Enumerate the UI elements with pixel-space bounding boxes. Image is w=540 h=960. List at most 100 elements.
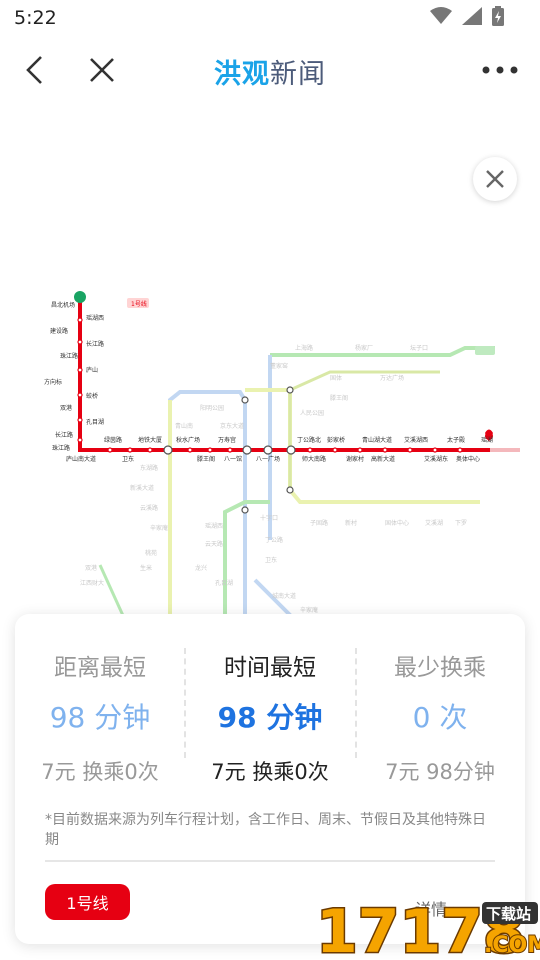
svg-text:艾溪湖: 艾溪湖 bbox=[425, 519, 443, 527]
svg-text:蛟桥: 蛟桥 bbox=[86, 392, 98, 400]
svg-text:国体: 国体 bbox=[330, 374, 342, 382]
option-fewest-transfers[interactable]: 最少换乘 0 次 7元 98分钟 bbox=[355, 614, 525, 784]
svg-text:艾溪湖西: 艾溪湖西 bbox=[404, 436, 428, 444]
back-arrow-icon bbox=[26, 56, 42, 84]
svg-text:董家窑: 董家窑 bbox=[270, 362, 288, 370]
more-button[interactable] bbox=[480, 50, 520, 90]
option-duration: 98 分钟 bbox=[217, 701, 323, 734]
svg-text:珠江路: 珠江路 bbox=[60, 352, 78, 360]
svg-text:万寿宫: 万寿宫 bbox=[218, 436, 236, 444]
wifi-icon bbox=[430, 7, 452, 24]
svg-text:师大南路: 师大南路 bbox=[302, 455, 326, 463]
svg-text:青山湖大道: 青山湖大道 bbox=[362, 436, 392, 444]
watermark-sub: 下载站 bbox=[486, 905, 531, 923]
svg-text:奥体中心: 奥体中心 bbox=[456, 455, 480, 463]
option-title: 时间最短 bbox=[224, 655, 316, 681]
svg-text:高新大道: 高新大道 bbox=[371, 455, 395, 463]
svg-text:江西财大: 江西财大 bbox=[80, 579, 104, 587]
svg-text:滕王阁: 滕王阁 bbox=[330, 394, 348, 402]
svg-text:新溪大道: 新溪大道 bbox=[130, 484, 154, 492]
svg-text:杨家厂: 杨家厂 bbox=[355, 344, 373, 352]
svg-text:辛家庵: 辛家庵 bbox=[150, 524, 168, 532]
svg-text:瑶湖: 瑶湖 bbox=[481, 436, 493, 444]
watermark-domain: .COM bbox=[484, 933, 540, 958]
svg-text:桃苑: 桃苑 bbox=[145, 549, 157, 557]
svg-text:万达广场: 万达广场 bbox=[380, 374, 404, 382]
signal-icon bbox=[462, 7, 482, 25]
close-page-button[interactable] bbox=[82, 50, 122, 90]
option-title: 距离最短 bbox=[54, 655, 146, 681]
metro-map[interactable]: 上海路 杨家厂 坛子口 董家窑 国体 万达广场 阳明公园 人民公园 滕王阁 青山南 京东大道 … bbox=[0, 280, 540, 622]
close-overlay-button[interactable] bbox=[473, 157, 517, 201]
svg-text:云天路: 云天路 bbox=[205, 540, 223, 548]
svg-text:滕王阁: 滕王阁 bbox=[197, 455, 215, 463]
svg-text:孔目湖: 孔目湖 bbox=[215, 579, 233, 587]
svg-text:卫东: 卫东 bbox=[122, 455, 134, 463]
svg-text:八一馆: 八一馆 bbox=[224, 455, 242, 463]
svg-text:艾溪湖东: 艾溪湖东 bbox=[424, 455, 448, 463]
svg-text:昌北机场: 昌北机场 bbox=[51, 301, 75, 309]
option-shortest-distance[interactable]: 距离最短 98 分钟 7元 换乘0次 bbox=[15, 614, 185, 784]
svg-text:下罗: 下罗 bbox=[455, 520, 467, 527]
svg-text:丁公路: 丁公路 bbox=[265, 536, 283, 544]
svg-text:生米: 生米 bbox=[140, 564, 152, 572]
metro-line-5 bbox=[288, 370, 440, 490]
status-bar: 5:22 bbox=[0, 0, 540, 36]
svg-text:双港: 双港 bbox=[60, 404, 72, 412]
back-button[interactable] bbox=[14, 50, 54, 90]
data-source-note: *目前数据来源为列车行程计划，含工作日、周末、节假日及其他特殊日期 bbox=[45, 812, 486, 848]
svg-text:地铁大厦: 地铁大厦 bbox=[138, 436, 162, 444]
svg-text:子固路: 子固路 bbox=[310, 519, 328, 527]
svg-text:孔目湖: 孔目湖 bbox=[86, 418, 104, 426]
svg-text:东湖路: 东湖路 bbox=[140, 464, 158, 472]
option-detail: 7元 换乘0次 bbox=[41, 760, 159, 784]
svg-text:坛子口: 坛子口 bbox=[410, 344, 428, 352]
more-dots-icon bbox=[482, 66, 518, 74]
svg-text:1号线: 1号线 bbox=[131, 300, 147, 308]
battery-icon bbox=[492, 6, 504, 26]
svg-text:双港: 双港 bbox=[85, 564, 97, 572]
svg-text:卫东: 卫东 bbox=[265, 556, 277, 564]
option-title: 最少换乘 bbox=[394, 655, 486, 681]
option-transfers: 0 次 bbox=[412, 701, 468, 734]
status-icons bbox=[430, 6, 504, 26]
line-badge[interactable]: 1号线 bbox=[45, 884, 130, 920]
svg-text:城南大道: 城南大道 bbox=[272, 592, 296, 600]
svg-text:阳明公园: 阳明公园 bbox=[200, 404, 224, 412]
svg-text:太子殿: 太子殿 bbox=[447, 436, 465, 444]
metro-map-graphic: 上海路 杨家厂 坛子口 董家窑国体 万达广场 阳明公园人民公园滕王阁 青山南 京东大道 … bbox=[44, 291, 520, 622]
svg-text:辛家庵: 辛家庵 bbox=[300, 606, 318, 614]
svg-text:云溪路: 云溪路 bbox=[140, 504, 158, 512]
svg-text:庐山: 庐山 bbox=[86, 366, 98, 374]
metro-line-4 bbox=[245, 388, 480, 504]
svg-text:十字口: 十字口 bbox=[260, 514, 278, 522]
svg-text:国体中心: 国体中心 bbox=[385, 519, 409, 527]
svg-text:建设路: 建设路 bbox=[50, 327, 68, 335]
svg-text:珠江路: 珠江路 bbox=[52, 444, 70, 452]
close-icon bbox=[486, 170, 504, 188]
svg-text:人民公园: 人民公园 bbox=[300, 410, 324, 417]
start-marker-icon bbox=[74, 291, 86, 303]
close-icon bbox=[90, 58, 114, 82]
svg-text:八一广场: 八一广场 bbox=[256, 455, 280, 463]
svg-text:秋水广场: 秋水广场 bbox=[176, 436, 200, 444]
svg-text:新村: 新村 bbox=[345, 519, 357, 527]
svg-text:上海路: 上海路 bbox=[295, 344, 313, 352]
option-shortest-time[interactable]: 时间最短 98 分钟 7元 换乘0次 bbox=[185, 614, 355, 784]
svg-text:瑶湖西: 瑶湖西 bbox=[205, 522, 223, 530]
svg-text:丁公路北: 丁公路北 bbox=[297, 436, 321, 444]
option-detail: 7元 换乘0次 bbox=[211, 760, 329, 784]
metro-line-1 bbox=[78, 302, 490, 452]
svg-text:长江路: 长江路 bbox=[55, 431, 73, 439]
svg-text:彭家桥: 彭家桥 bbox=[327, 436, 345, 444]
svg-text:龙兴: 龙兴 bbox=[195, 564, 207, 572]
svg-text:方向标: 方向标 bbox=[44, 378, 62, 386]
svg-text:谢家村: 谢家村 bbox=[346, 455, 364, 463]
metro-line-branch-sw bbox=[98, 564, 127, 621]
svg-text:长江路: 长江路 bbox=[86, 340, 104, 348]
option-duration: 98 分钟 bbox=[49, 701, 151, 734]
svg-text:青山南: 青山南 bbox=[175, 422, 193, 430]
svg-text:绿茵路: 绿茵路 bbox=[104, 436, 122, 444]
watermark-logo: 17178 下载站 .COM bbox=[315, 896, 540, 960]
divider bbox=[45, 860, 495, 862]
